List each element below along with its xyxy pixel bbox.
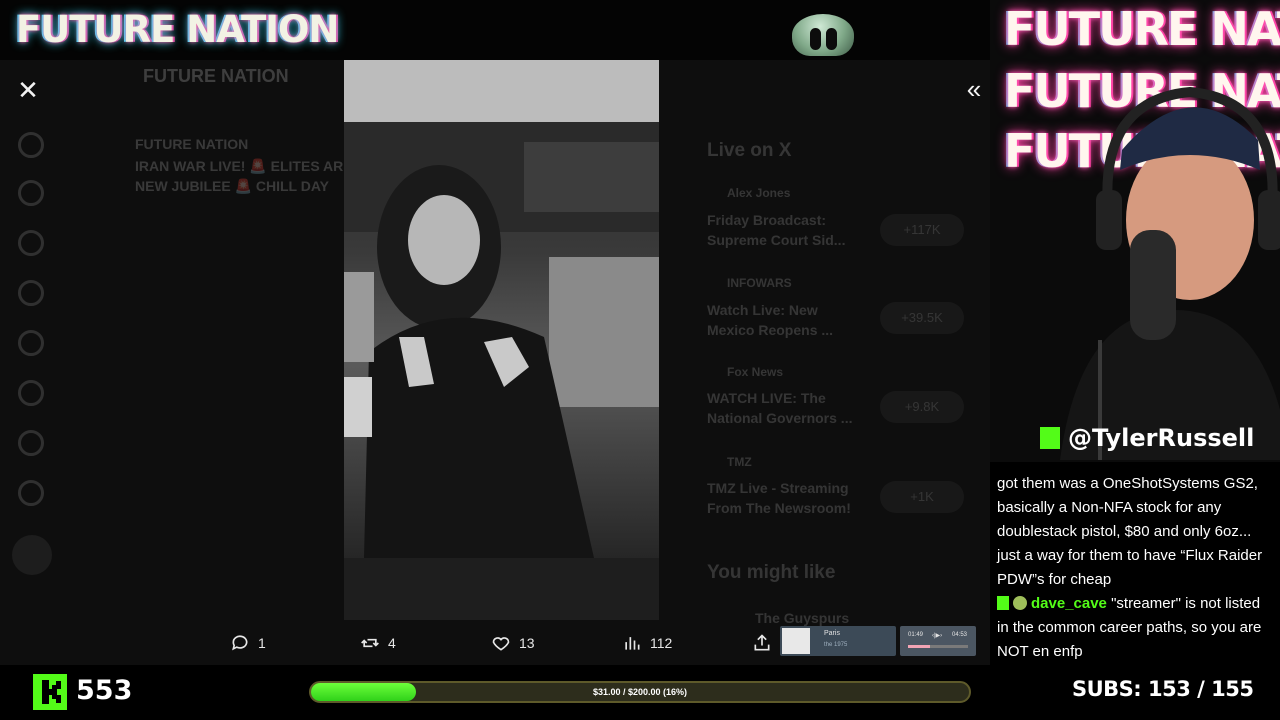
- chat-message-text: got them was a OneShotSystems GS2, basic…: [997, 475, 1263, 588]
- audio-player[interactable]: 01:49 ‹|▶› 04:53: [900, 626, 976, 656]
- live-host: Fox News: [727, 365, 784, 379]
- live-title: TMZ Live - Streaming: [707, 480, 849, 496]
- live-host: Alex Jones: [727, 186, 791, 200]
- kick-badge-icon: [997, 596, 1009, 610]
- photo-letterbox-bottom: [344, 558, 659, 620]
- live-heading: Live on X: [707, 140, 792, 161]
- views-button[interactable]: 112: [622, 632, 672, 654]
- photo-letterbox-top: [344, 60, 659, 122]
- live-host: TMZ: [727, 455, 752, 469]
- profile-name: FUTURE NATION: [143, 66, 289, 86]
- track-title: Paris: [824, 630, 840, 637]
- chat-message: got them was a OneShotSystems GS2, basic…: [997, 472, 1275, 592]
- live-count: +39.5K: [880, 302, 964, 334]
- post-text-line1: IRAN WAR LIVE! 🚨 ELITES AR: [135, 158, 344, 174]
- neon-sign-line: FUTURE NATION: [1004, 2, 1280, 56]
- total-time: 04:53: [952, 632, 968, 638]
- live-title: Mexico Reopens ...: [707, 322, 834, 338]
- now-playing-card[interactable]: Paris the 1975: [780, 626, 896, 656]
- explore-icon: [18, 180, 44, 206]
- live-title: National Governors ...: [707, 410, 853, 426]
- reply-icon: [232, 635, 248, 651]
- messages-icon: [18, 280, 44, 306]
- view-count: 112: [650, 635, 673, 651]
- chat-panel: got them was a OneShotSystems GS2, basic…: [990, 462, 1280, 665]
- more-icon: [18, 480, 44, 506]
- streamer-handle: @TylerRussell: [1040, 422, 1254, 454]
- player-progress-track[interactable]: [908, 645, 968, 648]
- kick-logo-icon: [1040, 427, 1060, 449]
- reply-count: 1: [258, 635, 266, 651]
- stats-bar: 553 $31.00 / $200.00 (16%) SUBS: 153 / 1…: [0, 665, 1280, 720]
- user-badge-icon: [1013, 596, 1027, 610]
- might-like-heading: You might like: [707, 562, 836, 583]
- media-viewer: FUTURE NATION FUTURE NATION IRAN WAR LIV…: [0, 60, 990, 665]
- chat-username[interactable]: dave_cave: [1031, 595, 1107, 612]
- post-text-line2: NEW JUBILEE 🚨 CHILL DAY: [135, 178, 330, 194]
- live-title: Supreme Court Sid...: [707, 232, 846, 248]
- like-count: 13: [519, 635, 535, 651]
- subs-label: SUBS:: [1072, 677, 1142, 701]
- streamer-video: [1060, 86, 1280, 460]
- photo-image: [344, 122, 659, 558]
- share-icon: [754, 634, 770, 651]
- grok-icon: [18, 330, 44, 356]
- stream-header: FUTURE NATION: [0, 0, 990, 60]
- repost-count: 4: [388, 635, 396, 651]
- suggested-account: The Guyspurs: [755, 610, 850, 626]
- notifications-icon: [18, 230, 44, 256]
- share-button[interactable]: [752, 632, 772, 654]
- live-title: WATCH LIVE: The: [707, 390, 826, 406]
- home-icon: [18, 132, 44, 158]
- like-button[interactable]: 13: [491, 632, 535, 654]
- post-button-icon: [12, 535, 52, 575]
- close-viewer-button[interactable]: ✕: [14, 76, 42, 104]
- repost-button[interactable]: 4: [360, 632, 396, 654]
- heart-icon: [492, 637, 510, 651]
- subs-value: 153 / 155: [1148, 677, 1254, 701]
- live-title: Watch Live: New: [707, 302, 818, 318]
- track-artist: the 1975: [824, 642, 848, 648]
- repost-icon: [361, 638, 379, 648]
- lists-icon: [18, 380, 44, 406]
- live-count: +1K: [880, 481, 964, 513]
- brand-logo-text: FUTURE NATION: [16, 8, 339, 51]
- mascot-icon: [792, 14, 854, 56]
- live-count: +9.8K: [880, 391, 964, 423]
- kick-logo-icon: [33, 674, 67, 710]
- viewer-count: 553: [76, 675, 133, 706]
- donation-goal-bar: $31.00 / $200.00 (16%): [309, 681, 971, 703]
- live-host: INFOWARS: [727, 276, 792, 290]
- player-progress-fill: [908, 645, 931, 648]
- collapse-panel-button[interactable]: «: [960, 76, 988, 104]
- live-count: +117K: [880, 214, 964, 246]
- donation-goal-text: $31.00 / $200.00 (16%): [592, 687, 688, 697]
- profile-icon: [18, 430, 44, 456]
- analytics-icon: [625, 637, 640, 650]
- album-art: [782, 628, 810, 654]
- chat-message: dave_cave "streamer" is not listed in th…: [997, 592, 1275, 664]
- subs-counter: SUBS: 153 / 155: [1072, 677, 1254, 701]
- post-photo[interactable]: [344, 60, 659, 620]
- reply-button[interactable]: 1: [230, 632, 266, 654]
- play-pause-icon[interactable]: ‹|▶›: [932, 632, 942, 639]
- post-author: FUTURE NATION: [135, 136, 249, 152]
- elapsed-time: 01:49: [908, 632, 924, 638]
- webcam-panel: FUTURE NATION FUTURE NATION FUTURE NATIO…: [990, 0, 1280, 462]
- streamer-handle-text: @TylerRussell: [1068, 424, 1255, 452]
- live-title: Friday Broadcast:: [707, 212, 827, 228]
- live-title: From The Newsroom!: [707, 500, 851, 516]
